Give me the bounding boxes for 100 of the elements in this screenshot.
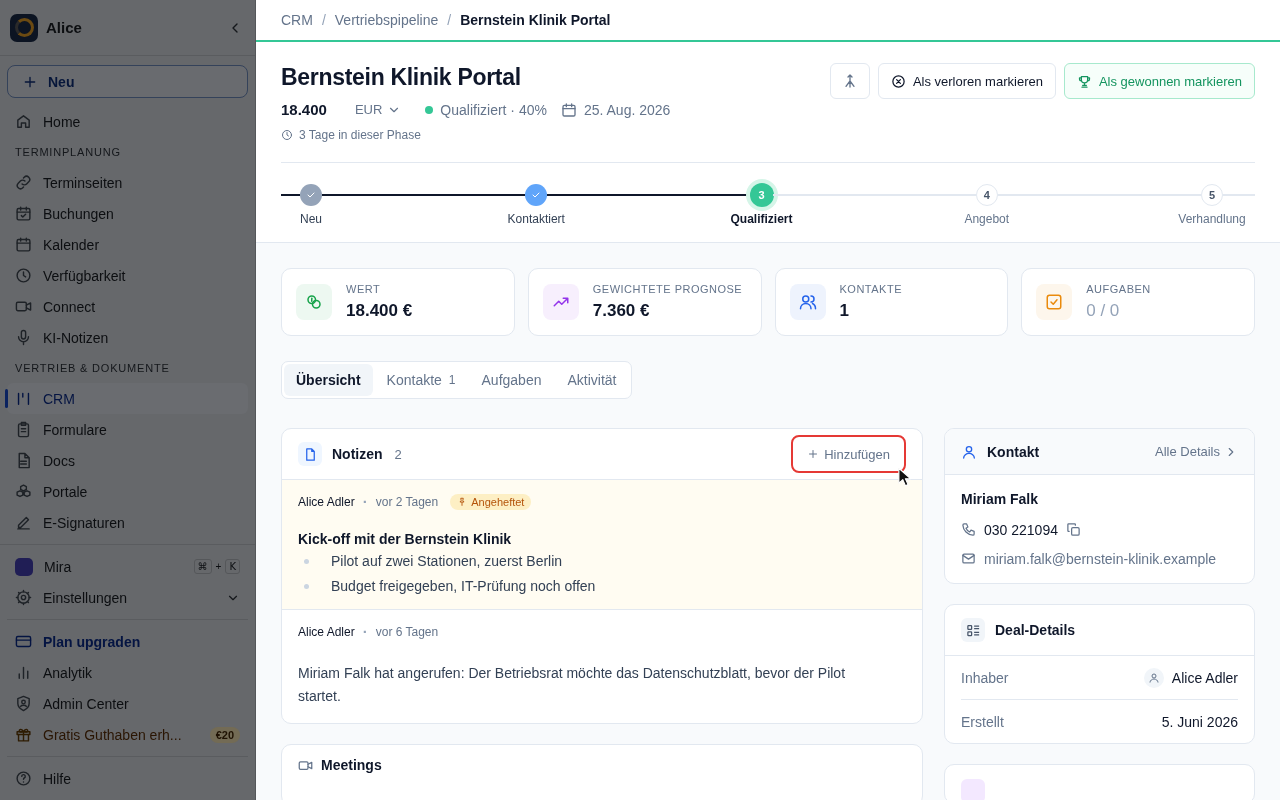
close-date: 25. Aug. 2026 xyxy=(583,101,671,118)
list-icon xyxy=(961,618,985,642)
status-dot xyxy=(425,105,434,114)
stat-value: 7.360 € xyxy=(592,301,651,321)
new-button[interactable]: Neu xyxy=(7,65,248,98)
sidebar-item[interactable]: KI-Notizen xyxy=(7,322,248,353)
email-link[interactable]: miriam.falk@bernstein-klinik.example xyxy=(984,550,1217,567)
calendar-icon xyxy=(560,101,577,118)
step-label: Neu xyxy=(300,212,322,226)
clock-icon xyxy=(281,129,293,141)
note-title: Kick-off mit der Bernstein Klinik xyxy=(298,531,513,547)
sidebar-item[interactable]: Home xyxy=(7,106,248,137)
all-details-link[interactable]: Alle Details xyxy=(1154,444,1238,459)
file-icon xyxy=(298,442,322,466)
tab[interactable]: Übersicht xyxy=(284,364,373,396)
card-title: Deal-Details xyxy=(995,622,1076,638)
nav-icon xyxy=(15,514,32,531)
step-label: Qualifiziert xyxy=(730,212,793,226)
add-note-button[interactable]: Hinzufügen xyxy=(791,435,906,473)
deal-stage: Qualifiziert · 40% xyxy=(425,101,547,118)
card-title: Meetings xyxy=(321,757,382,773)
nav-icon xyxy=(15,770,32,787)
nav-icon xyxy=(15,633,32,650)
phase-duration: 3 Tage in dieser Phase xyxy=(299,128,421,142)
phone-icon xyxy=(961,522,976,537)
sidebar-item[interactable]: E-Signaturen xyxy=(7,507,248,538)
breadcrumb-link[interactable]: CRM xyxy=(281,12,313,28)
sidebar-item[interactable]: Docs xyxy=(7,445,248,476)
mark-won-button[interactable]: Als gewonnen markieren xyxy=(1063,63,1255,99)
stat-value: 0 / 0 xyxy=(1086,301,1121,321)
sidebar-item[interactable]: Verfügbarkeit xyxy=(7,260,248,291)
nav-icon xyxy=(15,695,32,712)
credit-badge: €20 xyxy=(209,726,240,743)
step-label: Verhandlung xyxy=(1178,212,1246,226)
sidebar-item[interactable]: Terminseiten xyxy=(7,167,248,198)
breadcrumb-separator: / xyxy=(447,12,452,28)
copy-icon xyxy=(1065,522,1081,537)
currency-dropdown[interactable]: EUR xyxy=(354,102,402,117)
section-label: TERMINPLANUNG xyxy=(14,145,122,160)
x-circle-icon xyxy=(890,73,906,89)
stat-label: WERT xyxy=(346,283,382,295)
plus-icon xyxy=(807,448,820,460)
sidebar-item[interactable]: Buchungen xyxy=(7,198,248,229)
note-time: vor 2 Tagen xyxy=(375,494,439,509)
sidebar-item[interactable]: CRM xyxy=(7,383,248,414)
stat-value: 1 xyxy=(839,301,850,321)
step-label: Kontaktiert xyxy=(507,212,565,226)
tab[interactable]: Aufgaben xyxy=(469,364,554,396)
tab[interactable]: Kontakte 1 xyxy=(374,364,468,396)
section-label: VERTRIEB & DOKUMENTE xyxy=(14,361,171,376)
meta-separator: · xyxy=(362,493,368,510)
sidebar-item[interactable]: Gratis Guthaben erh... xyxy=(15,726,210,743)
sidebar-item[interactable]: Admin Center xyxy=(15,695,240,712)
sidebar-item[interactable]: Mira xyxy=(15,557,194,576)
notes-count: 2 xyxy=(394,446,402,462)
sidebar-item[interactable]: Portale xyxy=(7,476,248,507)
sidebar-item[interactable]: Formulare xyxy=(7,414,248,445)
stat-label: KONTAKTE xyxy=(839,283,902,295)
sidebar-item[interactable]: Connect xyxy=(7,291,248,322)
shortcut-key: K xyxy=(225,559,240,574)
pinned-badge: Angeheftet xyxy=(450,493,532,510)
stat-label: AUFGABEN xyxy=(1086,283,1151,295)
nav-icon xyxy=(15,267,32,284)
nav-icon xyxy=(15,421,32,438)
mark-lost-button[interactable]: Als verloren markieren xyxy=(877,63,1056,99)
mail-icon xyxy=(961,551,976,566)
phone-number: 030 221094 xyxy=(984,521,1058,538)
trophy-icon xyxy=(1076,73,1092,89)
person-icon xyxy=(961,443,977,460)
stat-value: 18.400 € xyxy=(346,301,413,321)
merge-button[interactable] xyxy=(829,63,870,99)
note-author: Alice Adler xyxy=(298,494,355,509)
detail-value: 5. Juni 2026 xyxy=(1161,713,1238,730)
breadcrumb-link[interactable]: Vertriebspipeline xyxy=(334,12,439,28)
nav-icon xyxy=(15,483,32,500)
copy-button[interactable] xyxy=(1065,522,1081,537)
card-title: Notizen xyxy=(332,446,383,462)
nav-icon xyxy=(15,329,32,346)
sidebar-item[interactable]: Kalender xyxy=(7,229,248,260)
note-text: Miriam Falk hat angerufen: Der Betriebsrat möchte das Datenschutzblatt, bevor der Pilot startet. xyxy=(298,664,847,706)
breadcrumb-link[interactable]: Bernstein Klinik Portal xyxy=(460,12,611,28)
nav-icon xyxy=(15,205,32,222)
nav-icon xyxy=(15,726,32,743)
meta-separator: · xyxy=(362,623,368,640)
workspace-name: Alice xyxy=(46,19,83,36)
nav-icon xyxy=(15,236,32,253)
sidebar-item[interactable]: Einstellungen xyxy=(15,589,226,606)
detail-label: Inhaber xyxy=(961,669,1009,686)
note-author: Alice Adler xyxy=(298,624,355,639)
contact-name: Miriam Falk xyxy=(961,491,1040,507)
nav-icon xyxy=(15,113,32,130)
step-number: 4 xyxy=(975,184,998,206)
sidebar-item[interactable]: Analytik xyxy=(15,664,240,681)
tab[interactable]: Aktivität xyxy=(555,364,629,396)
sidebar-item[interactable]: Plan upgraden xyxy=(15,633,240,650)
detail-label: Erstellt xyxy=(961,713,1004,730)
sidebar-item[interactable]: Hilfe xyxy=(15,770,240,787)
breadcrumb-separator: / xyxy=(321,12,326,28)
shortcut-key: ⌘ xyxy=(193,559,212,574)
step-number: 5 xyxy=(1201,184,1223,206)
